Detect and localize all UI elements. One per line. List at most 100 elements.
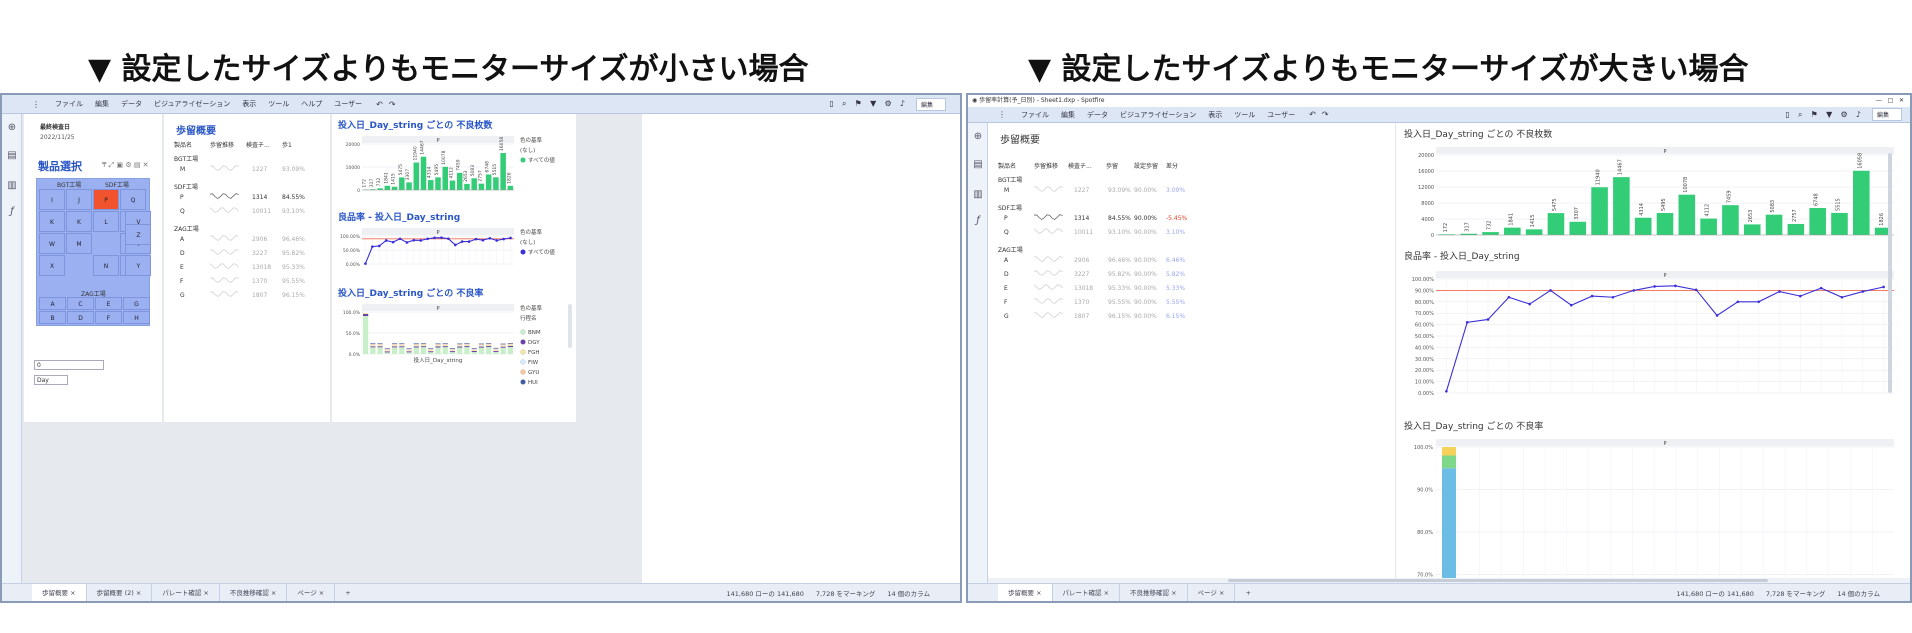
menu-user[interactable]: ユーザー (334, 99, 362, 109)
tab-3[interactable]: ページ × (1188, 583, 1236, 601)
add-icon[interactable]: ⊕ (6, 122, 18, 134)
product-cell-G[interactable]: G (123, 297, 150, 310)
product-cell-C[interactable]: C (67, 297, 94, 310)
more-icon[interactable]: ⋮ (32, 100, 40, 109)
product-cell-X[interactable]: X (39, 255, 65, 276)
product-cell-B[interactable]: B (39, 311, 66, 324)
stack-segment (493, 351, 499, 354)
tab-3[interactable]: 不良推移確認 × (220, 583, 288, 601)
product-cell-M[interactable]: M (66, 233, 92, 254)
tab-4[interactable]: ページ × (287, 583, 336, 601)
chart-icon[interactable]: ▥ (6, 180, 18, 192)
menu-visualization[interactable]: ビジュアライゼーション (1120, 110, 1196, 120)
product-toolbar-icons[interactable]: ₸ ⤢ ▣ ⚙ ▤ ✕ (102, 161, 149, 170)
product-cell-N[interactable]: N (93, 255, 119, 276)
facet-label: P (436, 230, 439, 236)
product-cell-D[interactable]: D (67, 311, 94, 324)
scrollbar-thumb[interactable] (1228, 579, 1768, 582)
data-point (440, 236, 443, 239)
menu-tools[interactable]: ツール (1234, 110, 1255, 120)
tab-1[interactable]: 歩留概要 (2) × (87, 583, 153, 601)
table-cell-diff: -5.45% (1166, 215, 1188, 222)
tab-2[interactable]: パレート確認 × (152, 583, 220, 601)
menu-data[interactable]: データ (121, 99, 142, 109)
panel-icon[interactable]: ▯ (829, 99, 833, 108)
product-cell-A[interactable]: A (39, 297, 66, 310)
stack-segment (406, 348, 412, 350)
panel-icon[interactable]: ▯ (1785, 110, 1789, 119)
add-icon[interactable]: ⊕ (972, 131, 984, 143)
bookmark-icon[interactable]: ⚑ (855, 99, 862, 108)
filter-icon[interactable]: ▼ (1826, 110, 1832, 119)
facet-label: P (436, 138, 439, 144)
menu-edit[interactable]: 編集 (1061, 110, 1075, 120)
tab-1[interactable]: パレート確認 × (1053, 583, 1121, 601)
stack-segment (428, 350, 434, 352)
stack-segment (406, 351, 412, 353)
product-cell-F[interactable]: F (95, 311, 122, 324)
product-cell-E[interactable]: E (95, 297, 122, 310)
table-row-name: D (180, 250, 185, 257)
tab-0[interactable]: 歩留概要 × (998, 583, 1053, 601)
search-icon[interactable]: ⌕ (842, 99, 846, 109)
data-icon[interactable]: ▤ (972, 159, 984, 171)
bell-icon[interactable]: ♪ (1856, 110, 1861, 119)
bell-icon[interactable]: ♪ (900, 99, 905, 108)
chart-icon[interactable]: ▥ (972, 189, 984, 201)
gear-icon[interactable]: ⚙ (884, 99, 891, 108)
menu-view[interactable]: 表示 (242, 99, 256, 109)
bookmark-icon[interactable]: ⚑ (1811, 110, 1818, 119)
tab-2[interactable]: 不良推移確認 × (1120, 583, 1188, 601)
search-icon[interactable]: ⌕ (1798, 110, 1802, 120)
edit-select[interactable]: 編集 (1871, 108, 1902, 121)
menu-tools[interactable]: ツール (268, 99, 289, 109)
window-controls[interactable]: — □ ✕ (1876, 95, 1904, 107)
edit-select[interactable]: 編集 (915, 97, 946, 111)
menu-file[interactable]: ファイル (55, 99, 83, 109)
day-select[interactable]: Day (34, 375, 68, 385)
function-icon[interactable]: ƒ (6, 206, 18, 218)
product-cell-W[interactable]: W (39, 233, 65, 254)
menu-view[interactable]: 表示 (1208, 110, 1222, 120)
menu-visualization[interactable]: ビジュアライゼーション (154, 99, 230, 109)
product-cell-J[interactable]: J (66, 189, 92, 210)
product-cell-I[interactable]: I (39, 189, 65, 210)
function-icon[interactable]: ƒ (972, 215, 984, 227)
number-input[interactable]: 0 (34, 360, 104, 370)
gear-icon[interactable]: ⚙ (1840, 110, 1847, 119)
product-cell-Q[interactable]: Q (120, 189, 146, 210)
product-cell-H[interactable]: H (123, 311, 150, 324)
product-cell-K[interactable]: K (39, 211, 65, 232)
undo-icon[interactable]: ↶ (376, 100, 383, 109)
sparkline (210, 277, 239, 283)
menu-edit[interactable]: 編集 (95, 99, 109, 109)
bar-data-label: 1415 (391, 173, 397, 185)
stack-segment (442, 344, 448, 346)
menu-help[interactable]: ヘルプ (301, 99, 322, 109)
table-cell-yield: 96.46% (282, 236, 305, 243)
data-point (460, 240, 464, 243)
menu-data[interactable]: データ (1087, 110, 1108, 120)
product-cell-L[interactable]: L (93, 211, 119, 232)
redo-icon[interactable]: ↷ (1322, 110, 1329, 119)
product-cell-P[interactable]: P (93, 189, 119, 210)
product-cell-Y[interactable]: Y (125, 255, 152, 276)
stack-segment (500, 345, 506, 346)
legend-title: 色の基準 (520, 228, 543, 236)
bar (1656, 213, 1674, 235)
stack-segment (1442, 468, 1456, 583)
menu-user[interactable]: ユーザー (1267, 110, 1295, 120)
stack-segment (449, 350, 456, 352)
data-point (1507, 295, 1511, 299)
product-cell-K[interactable]: K (66, 211, 92, 232)
tab-0[interactable]: 歩留概要 × (32, 583, 87, 601)
undo-icon[interactable]: ↶ (1309, 110, 1316, 119)
redo-icon[interactable]: ↷ (389, 100, 396, 109)
add-page-icon[interactable]: + (335, 584, 360, 602)
more-icon[interactable]: ⋮ (998, 110, 1006, 119)
data-icon[interactable]: ▤ (6, 150, 18, 162)
menu-file[interactable]: ファイル (1021, 110, 1049, 120)
filter-icon[interactable]: ▼ (870, 99, 876, 108)
product-cell-Z[interactable]: Z (125, 224, 152, 246)
add-page-icon[interactable]: + (1235, 584, 1260, 602)
